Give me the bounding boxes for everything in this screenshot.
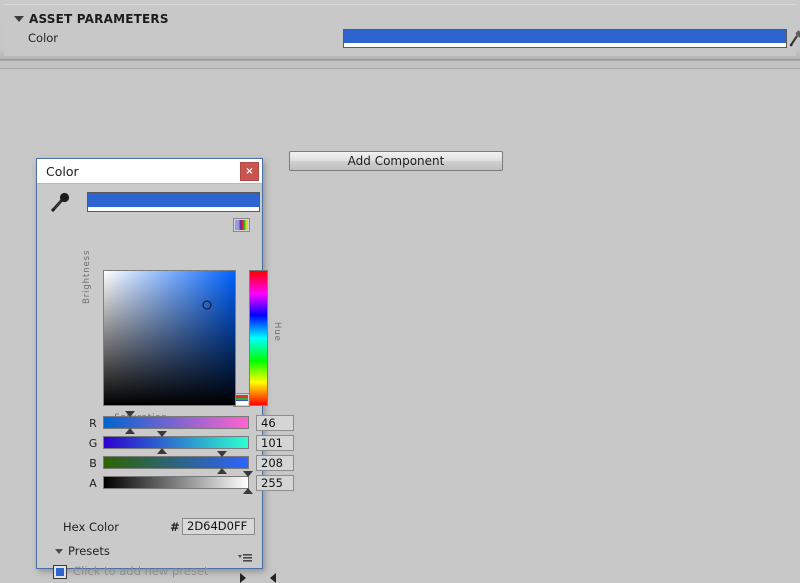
channel-slider-b[interactable] xyxy=(103,451,249,474)
channel-row-b: B 208 xyxy=(37,451,294,474)
preset-add-row[interactable]: Click to add new preset xyxy=(37,564,264,582)
color-preview-swatch[interactable] xyxy=(87,192,260,212)
asset-color-swatch-alpha xyxy=(344,43,786,47)
knob-bottom-icon xyxy=(124,428,135,434)
color-preview-rgb xyxy=(88,193,259,207)
channel-input-b[interactable]: 208 xyxy=(256,455,294,471)
color-property-label: Color xyxy=(28,31,59,45)
color-swatches-icon[interactable] xyxy=(233,218,250,232)
hex-color-row: Hex Color # 2D64D0FF xyxy=(37,518,264,536)
add-preset-hint: Click to add new preset xyxy=(73,564,209,578)
knob-top-icon xyxy=(243,471,253,477)
channel-slider-r[interactable] xyxy=(103,411,249,434)
triangle-down-icon[interactable] xyxy=(55,549,63,554)
color-picker-titlebar[interactable]: Color × xyxy=(37,159,262,184)
knob-bottom-icon xyxy=(156,448,167,454)
color-picker-content: Brightness Saturation Hue R 46 G xyxy=(37,184,294,583)
add-preset-swatch-color xyxy=(56,568,64,576)
channel-slider-a[interactable] xyxy=(103,471,253,494)
channel-row-a: A 255 xyxy=(37,471,294,494)
asset-parameters-foldout[interactable]: ASSET PARAMETERS xyxy=(14,12,169,26)
saturation-brightness-square[interactable] xyxy=(103,270,236,406)
knob-bottom-icon xyxy=(243,488,253,494)
presets-label: Presets xyxy=(68,544,110,558)
close-icon[interactable]: × xyxy=(240,162,259,181)
asset-color-swatch-field[interactable] xyxy=(343,29,787,48)
asset-color-swatch-rgb xyxy=(344,30,786,44)
channel-input-g[interactable]: 101 xyxy=(256,435,294,451)
channel-input-a[interactable]: 255 xyxy=(256,475,294,491)
knob-top-icon xyxy=(156,431,167,437)
inspector-inner: ASSET PARAMETERS Color xyxy=(4,4,800,56)
sb-black-layer xyxy=(104,271,235,405)
triangle-left-icon[interactable] xyxy=(270,573,276,583)
panel-divider xyxy=(0,60,800,69)
hash-icon: # xyxy=(170,520,180,534)
brightness-axis-label: Brightness xyxy=(82,249,92,304)
channel-row-g: G 101 xyxy=(37,431,294,454)
knob-top-icon xyxy=(124,411,135,417)
channel-row-r: R 46 xyxy=(37,411,294,434)
add-component-button[interactable]: Add Component xyxy=(289,151,503,171)
sb-cursor-icon[interactable] xyxy=(202,300,212,309)
color-picker-title: Color xyxy=(46,164,79,179)
knob-bottom-icon xyxy=(217,468,228,474)
channel-label-a: A xyxy=(89,477,97,490)
channel-input-r[interactable]: 46 xyxy=(256,415,294,431)
presets-foldout[interactable]: Presets xyxy=(37,544,264,562)
add-preset-swatch-button[interactable] xyxy=(53,565,67,579)
channel-slider-g[interactable] xyxy=(103,431,249,454)
channel-label-g: G xyxy=(88,437,98,450)
hue-slider[interactable] xyxy=(249,270,268,406)
color-picker-window: Color × Brightness Hue R 46 G 101 B 208 … xyxy=(36,158,294,583)
page-title: ASSET PARAMETERS xyxy=(29,12,169,26)
eyedropper-icon[interactable] xyxy=(789,30,800,47)
triangle-down-icon[interactable] xyxy=(14,16,24,22)
preset-menu-icon[interactable] xyxy=(238,547,252,562)
color-preview-alpha xyxy=(88,207,259,211)
channel-label-r: R xyxy=(89,417,97,430)
eyedropper-icon[interactable] xyxy=(50,191,72,213)
inspector-panel: ASSET PARAMETERS Color xyxy=(0,0,800,60)
hex-color-label: Hex Color xyxy=(63,520,120,534)
inspector-body: Add Component Color × Brightness Hue R 4… xyxy=(0,69,800,583)
channel-label-b: B xyxy=(89,457,97,470)
hue-axis-label: Hue xyxy=(272,322,282,342)
hex-color-input[interactable]: 2D64D0FF xyxy=(182,518,255,535)
knob-top-icon xyxy=(217,451,228,457)
